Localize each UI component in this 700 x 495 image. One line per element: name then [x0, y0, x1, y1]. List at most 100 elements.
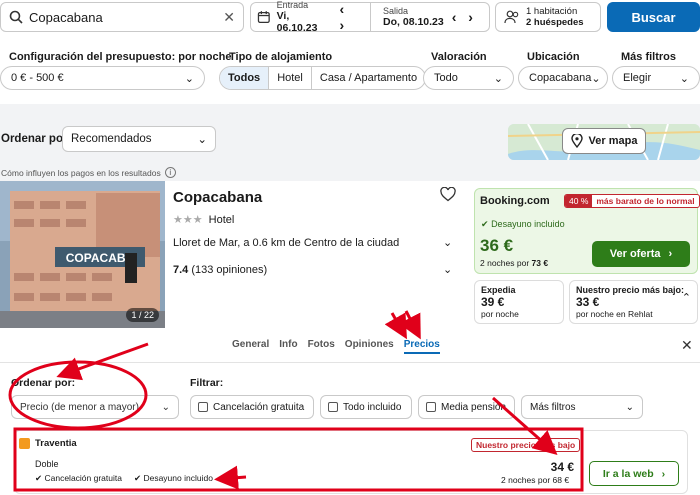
type-segment[interactable]: Todos Hotel Casa / Apartamento	[219, 66, 427, 90]
budget-select[interactable]: 0 € - 500 € ⌄	[0, 66, 205, 90]
search-input[interactable]: Copacabana ✕	[0, 2, 244, 32]
checkin-field[interactable]: Entrada Vi, 06.10.23 ‹ ›	[251, 0, 371, 34]
checkbox[interactable]	[426, 402, 436, 412]
deal-nights: 2 noches por 73 €	[480, 258, 548, 268]
budget-label: Configuración del presupuesto: por noche	[9, 51, 232, 63]
discount-percent: 40 %	[565, 195, 593, 207]
offer-price: 34 €	[550, 460, 574, 474]
go-to-website-label: Ir a la web	[602, 467, 654, 480]
amenity-item: ✔ Cancelación gratuita	[35, 473, 122, 484]
checkin-value: Vi, 06.10.23	[276, 10, 318, 34]
location-select[interactable]: Copacabana ⌄	[518, 66, 608, 90]
deal-provider: Booking.com	[480, 195, 550, 207]
users-icon	[504, 10, 519, 24]
offer-row	[14, 430, 688, 494]
chevron-down-icon: ⌄	[625, 401, 634, 413]
chevron-down-icon[interactable]: ⌄	[443, 263, 452, 276]
check-icon: ✔	[481, 219, 489, 229]
chevron-down-icon: ⌄	[591, 72, 601, 85]
checkbox[interactable]	[198, 402, 208, 412]
chevron-down-icon[interactable]: ⌄	[443, 236, 452, 249]
chevron-down-icon: ⌄	[679, 72, 689, 85]
breakfast-text: Desayuno incluido	[491, 219, 565, 229]
more-filters-label: Más filtros	[621, 51, 677, 63]
tab-info[interactable]: Info	[279, 339, 297, 354]
search-button[interactable]: Buscar	[607, 2, 700, 32]
hotel-name[interactable]: Copacabana	[173, 189, 262, 206]
close-icon[interactable]: ✕	[681, 337, 693, 354]
payments-info[interactable]: Cómo influyen los pagos en los resultado…	[1, 167, 176, 178]
type-label: Tipo de alojamiento	[229, 51, 333, 63]
detail-sort-select[interactable]: Precio (de menor a mayor) ⌄	[11, 395, 179, 419]
info-icon[interactable]: i	[164, 167, 176, 178]
guests-count: 2 huéspedes	[526, 17, 584, 28]
rooms-count: 1 habitación	[526, 6, 578, 17]
type-option-casa[interactable]: Casa / Apartamento	[310, 67, 425, 89]
sort-label: Ordenar por	[1, 133, 68, 145]
star-rating: ★★★	[173, 214, 203, 226]
alt-deal-expedia[interactable]: Expedia 39 € por noche	[474, 280, 564, 324]
checkbox[interactable]	[328, 402, 338, 412]
hotel-location: Lloret de Mar, a 0.6 km de Centro de la …	[173, 237, 400, 249]
rating-label: Valoración	[431, 51, 487, 63]
sort-select[interactable]: Recomendados ⌄	[62, 126, 216, 152]
clear-icon[interactable]: ✕	[223, 9, 235, 26]
tab-fotos[interactable]: Fotos	[308, 339, 335, 354]
deal-price: 36 €	[480, 236, 514, 255]
tab-precios[interactable]: Precios	[403, 339, 440, 354]
checkin-prev-next-arrows[interactable]: ‹ ›	[339, 1, 364, 33]
type-option-todos[interactable]: Todos	[220, 67, 269, 89]
filter-label: Filtrar:	[190, 377, 224, 389]
location-value: Copacabana	[529, 72, 592, 84]
chevron-down-icon: ⌄	[493, 72, 503, 85]
guests-selector[interactable]: 1 habitación 2 huéspedes	[495, 2, 601, 32]
more-filters-select[interactable]: Elegir ⌄	[612, 66, 700, 90]
type-option-hotel[interactable]: Hotel	[268, 67, 311, 89]
alt-deal-name: Nuestro precio más bajo:	[576, 285, 685, 295]
breakfast-included: ✔ Desayuno incluido	[481, 219, 565, 230]
hotel-type: Hotel	[208, 214, 235, 226]
tab-general[interactable]: General	[232, 339, 269, 354]
filter-half-board[interactable]: Media pensión	[418, 395, 515, 419]
chevron-down-icon: ⌄	[161, 401, 170, 413]
annotation-arrow	[56, 342, 149, 381]
rating-score: 7.4	[173, 264, 189, 276]
discount-text: más barato de lo normal	[596, 196, 695, 206]
hotel-photo[interactable]: COPACABA 1 / 22	[0, 181, 165, 328]
filter-free-cancellation[interactable]: Cancelación gratuita	[190, 395, 314, 419]
heart-icon[interactable]	[440, 187, 456, 202]
tab-opiniones[interactable]: Opiniones	[345, 339, 394, 354]
checkout-field[interactable]: Salida Do, 08.10.23 ‹ ›	[371, 3, 489, 31]
checkout-value: Do, 08.10.23	[383, 16, 444, 28]
detail-more-filters-label: Más filtros	[530, 401, 576, 413]
date-picker[interactable]: Entrada Vi, 06.10.23 ‹ › Salida Do, 08.1…	[250, 0, 490, 34]
deal-nights-prefix: 2 noches por	[480, 258, 532, 268]
chevron-down-icon: ⌄	[197, 134, 207, 146]
go-to-website-button[interactable]: Ir a la web ›	[589, 461, 679, 486]
checkout-label: Salida	[383, 6, 409, 16]
detail-sort-value: Precio (de menor a mayor)	[20, 401, 139, 413]
hotel-stars: ★★★ Hotel	[173, 213, 234, 226]
photo-sign-text: COPACABA	[66, 251, 135, 265]
checkout-prev-next-arrows[interactable]: ‹ ›	[452, 9, 477, 25]
alt-deal-sub: por noche	[481, 309, 519, 319]
more-filters-value: Elegir	[623, 72, 652, 84]
search-value: Copacabana	[29, 9, 103, 25]
view-offer-button[interactable]: Ver oferta ›	[592, 241, 690, 267]
view-map-button[interactable]: Ver mapa	[562, 128, 646, 154]
location-label: Ubicación	[527, 51, 580, 63]
rating-select[interactable]: Todo ⌄	[423, 66, 514, 90]
filter-all-inclusive-label: Todo incluido	[343, 401, 402, 413]
offer-provider: Traventia	[35, 438, 77, 449]
discount-badge: 40 % más barato de lo normal	[564, 194, 700, 208]
alt-deal-lowest[interactable]: Nuestro precio más bajo: 33 € por noche …	[569, 280, 698, 324]
photo-counter: 1 / 22	[126, 308, 159, 322]
view-offer-label: Ver oferta	[609, 248, 661, 260]
alt-deal-name: Expedia	[481, 285, 516, 295]
chevron-up-icon[interactable]: ⌃	[682, 291, 691, 304]
detail-more-filters[interactable]: Más filtros ⌄	[521, 395, 643, 419]
filter-all-inclusive[interactable]: Todo incluido	[320, 395, 412, 419]
filter-half-board-label: Media pensión	[441, 401, 507, 413]
review-count: (133 opiniones)	[191, 264, 268, 276]
hotel-rating: 7.4 (133 opiniones)	[173, 264, 267, 276]
